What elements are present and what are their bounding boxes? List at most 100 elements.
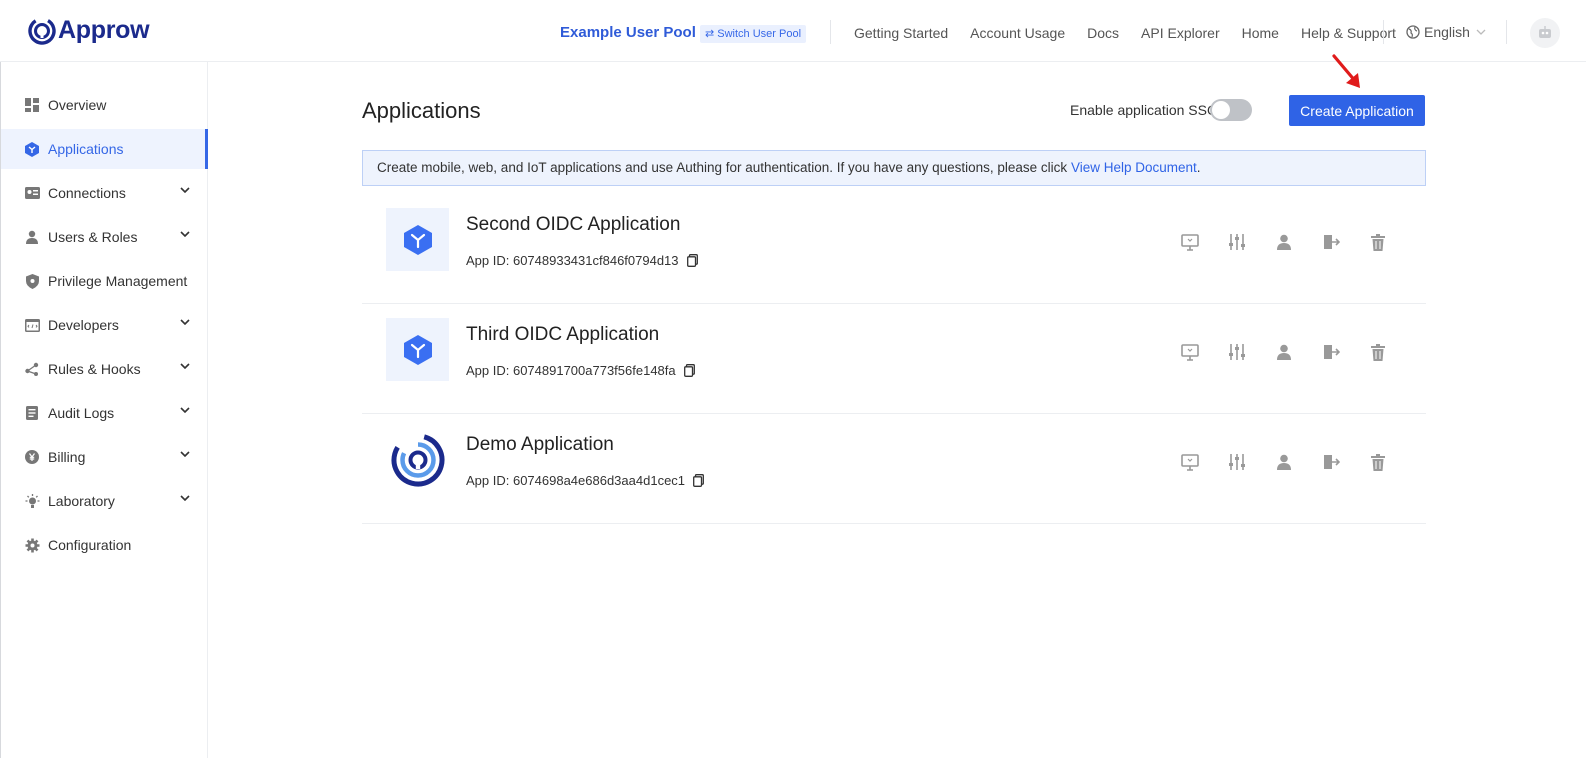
language-selector[interactable]: English (1406, 24, 1490, 40)
sliders-icon[interactable] (1227, 452, 1247, 472)
monitor-icon[interactable] (1180, 452, 1200, 472)
app-row[interactable]: Second OIDC Application App ID: 60748933… (362, 193, 1426, 304)
coin-icon (24, 449, 40, 465)
sidebar-item-audit-logs[interactable]: Audit Logs (1, 393, 208, 433)
code-icon (24, 317, 40, 333)
chevron-down-icon (180, 363, 190, 369)
approw-logo[interactable]: Approw (28, 16, 150, 45)
nav-getting-started[interactable]: Getting Started (854, 25, 948, 41)
trash-icon[interactable] (1368, 232, 1388, 252)
user-pool-name[interactable]: Example User Pool (560, 24, 696, 41)
user-icon[interactable] (1274, 342, 1294, 362)
nav-docs[interactable]: Docs (1087, 25, 1119, 41)
app-id: App ID: 6074698a4e686d3aa4d1cec1 (466, 473, 704, 488)
language-label: English (1424, 24, 1470, 40)
cube-icon (24, 141, 40, 157)
toggle-knob (1212, 101, 1230, 119)
app-name[interactable]: Second OIDC Application (466, 214, 680, 236)
avatar[interactable] (1530, 18, 1560, 48)
app-name[interactable]: Third OIDC Application (466, 324, 659, 346)
app-id: App ID: 60748933431cf846f0794d13 (466, 253, 698, 268)
logout-icon[interactable] (1321, 232, 1341, 252)
chevron-down-icon (180, 231, 190, 237)
logo-text: Approw (58, 16, 150, 44)
nav-divider (830, 20, 831, 44)
bulb-icon (24, 493, 40, 509)
sidebar-item-label: Configuration (48, 537, 132, 553)
sidebar: Overview Applications Connections Users … (0, 62, 208, 758)
nav-divider (1506, 20, 1507, 44)
user-icon (24, 229, 40, 245)
nav-home[interactable]: Home (1242, 25, 1279, 41)
app-logo (386, 208, 449, 271)
id-card-icon (24, 185, 40, 201)
sidebar-item-configuration[interactable]: Configuration (1, 525, 208, 565)
app-id: App ID: 6074891700a773f56fe148fa (466, 363, 695, 378)
sidebar-item-connections[interactable]: Connections (1, 173, 208, 213)
sidebar-item-label: Overview (48, 97, 107, 113)
app-logo (386, 428, 449, 491)
monitor-icon[interactable] (1180, 342, 1200, 362)
share-icon (24, 361, 40, 377)
sidebar-item-users-roles[interactable]: Users & Roles (1, 217, 208, 257)
approw-brand-icon (391, 433, 444, 486)
app-actions (1180, 342, 1415, 362)
red-arrow-annotation-icon (1332, 54, 1360, 88)
app-id-text: App ID: 6074698a4e686d3aa4d1cec1 (466, 473, 686, 488)
cube-icon (403, 224, 432, 255)
nav-account-usage[interactable]: Account Usage (970, 25, 1065, 41)
sidebar-item-label: Applications (48, 141, 124, 157)
globe-icon (1406, 25, 1420, 39)
sso-label: Enable application SSO (1070, 102, 1218, 118)
nav-help-support[interactable]: Help & Support (1301, 25, 1396, 41)
sidebar-item-billing[interactable]: Billing (1, 437, 208, 477)
sidebar-item-privilege-management[interactable]: Privilege Management (1, 261, 208, 301)
chevron-down-icon (180, 319, 190, 325)
top-nav: Getting Started Account Usage Docs API E… (854, 25, 1418, 41)
trash-icon[interactable] (1368, 342, 1388, 362)
sidebar-item-laboratory[interactable]: Laboratory (1, 481, 208, 521)
logout-icon[interactable] (1321, 342, 1341, 362)
cube-icon (403, 334, 432, 365)
sidebar-item-developers[interactable]: Developers (1, 305, 208, 345)
chevron-down-icon (1476, 29, 1486, 35)
document-icon (24, 405, 40, 421)
user-icon[interactable] (1274, 452, 1294, 472)
chevron-down-icon (180, 451, 190, 457)
sidebar-item-rules-hooks[interactable]: Rules & Hooks (1, 349, 208, 389)
sidebar-item-overview[interactable]: Overview (1, 85, 208, 125)
sidebar-item-label: Privilege Management (48, 273, 188, 289)
logout-icon[interactable] (1321, 452, 1341, 472)
copy-icon[interactable] (693, 474, 704, 487)
app-row[interactable]: Third OIDC Application App ID: 607489170… (362, 303, 1426, 414)
create-application-button[interactable]: Create Application (1289, 95, 1425, 126)
notice-end: . (1196, 160, 1201, 175)
trash-icon[interactable] (1368, 452, 1388, 472)
approw-logo-icon (28, 16, 56, 45)
robot-avatar-icon (1539, 26, 1551, 38)
gear-icon (24, 537, 40, 553)
app-logo (386, 318, 449, 381)
view-help-document-link[interactable]: View Help Document (1071, 160, 1197, 175)
nav-divider (1383, 20, 1384, 44)
chevron-down-icon (180, 495, 190, 501)
switch-user-pool-button[interactable]: ⇄ Switch User Pool (700, 25, 807, 43)
nav-api-explorer[interactable]: API Explorer (1141, 25, 1220, 41)
sidebar-item-applications[interactable]: Applications (1, 129, 208, 169)
page-title: Applications (362, 98, 481, 123)
app-name[interactable]: Demo Application (466, 434, 614, 456)
copy-icon[interactable] (686, 254, 698, 267)
copy-icon[interactable] (683, 364, 695, 377)
chevron-down-icon (180, 187, 190, 193)
sso-toggle[interactable] (1210, 99, 1252, 121)
chevron-down-icon (180, 407, 190, 413)
info-notice: Create mobile, web, and IoT applications… (362, 150, 1426, 186)
app-id-text: App ID: 6074891700a773f56fe148fa (466, 363, 676, 378)
monitor-icon[interactable] (1180, 232, 1200, 252)
sliders-icon[interactable] (1227, 342, 1247, 362)
app-actions (1180, 232, 1415, 252)
user-icon[interactable] (1274, 232, 1294, 252)
dashboard-icon (24, 97, 40, 113)
app-row[interactable]: Demo Application App ID: 6074698a4e686d3… (362, 413, 1426, 524)
sliders-icon[interactable] (1227, 232, 1247, 252)
